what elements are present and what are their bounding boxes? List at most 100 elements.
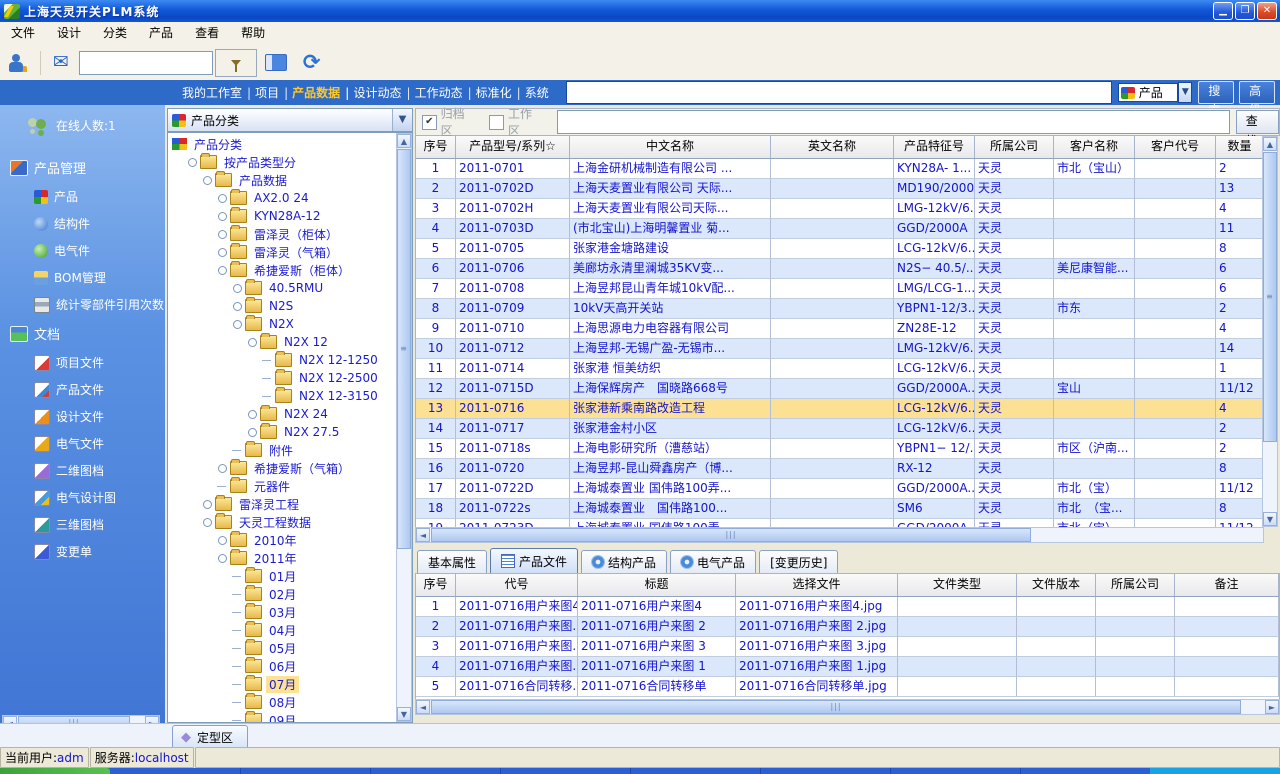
tree-node[interactable]: 40.5RMU xyxy=(168,279,396,297)
toolbar-search-input[interactable] xyxy=(79,51,213,75)
card-view-button[interactable] xyxy=(257,49,295,77)
detail-tab[interactable]: 结构产品 xyxy=(581,550,667,573)
menu-item[interactable]: 设计 xyxy=(46,22,92,45)
tree-node[interactable]: 元器件 xyxy=(168,477,396,495)
close-button[interactable]: ✕ xyxy=(1257,2,1277,20)
column-header[interactable]: 英文名称 xyxy=(771,136,894,158)
sidebar-item[interactable]: 产品 xyxy=(0,183,165,210)
nav-search-input[interactable] xyxy=(566,81,1112,104)
tree-expand-handle[interactable] xyxy=(232,445,243,456)
scroll-up-arrow[interactable]: ▲ xyxy=(1263,137,1277,151)
combo-dropdown-arrow[interactable]: ▼ xyxy=(1178,82,1192,103)
sidebar-item[interactable]: 项目文件 xyxy=(0,349,165,376)
detail-tab[interactable]: 电气产品 xyxy=(670,550,756,573)
sidebar-item[interactable]: BOM管理 xyxy=(0,264,165,291)
workspace-checkbox[interactable] xyxy=(489,115,504,130)
table-row[interactable]: 14 2011-0717 张家港金村小区 LCG-12kV/6... 天灵 2 xyxy=(416,419,1264,439)
column-header[interactable]: 文件类型 xyxy=(898,574,1017,596)
tree-expand-handle[interactable] xyxy=(247,427,258,438)
tree-node[interactable]: 05月 xyxy=(168,639,396,657)
tree-node[interactable]: 03月 xyxy=(168,603,396,621)
column-header[interactable]: 中文名称 xyxy=(570,136,771,158)
scroll-right-arrow[interactable]: ► xyxy=(1265,700,1279,714)
tree-expand-handle[interactable] xyxy=(217,265,228,276)
column-header[interactable]: 代号 xyxy=(456,574,578,596)
product-table-vscrollbar[interactable]: ▲ ≡ ▼ xyxy=(1262,136,1278,527)
table-row[interactable]: 4 2011-0703D (市北宝山)上海明馨置业 菊... GGD/2000A… xyxy=(416,219,1264,239)
tree-expand-handle[interactable] xyxy=(232,661,243,672)
tree-expand-handle[interactable] xyxy=(217,211,228,222)
file-table-hscrollbar[interactable]: ◄ ||| ► xyxy=(415,699,1280,715)
nav-item[interactable]: 标准化 xyxy=(474,84,523,101)
tree-node[interactable]: 09月 xyxy=(168,711,396,722)
scroll-left-arrow[interactable]: ◄ xyxy=(416,528,430,542)
menu-item[interactable]: 文件 xyxy=(0,22,46,45)
scroll-up-arrow[interactable]: ▲ xyxy=(397,134,411,148)
table-row[interactable]: 17 2011-0722D 上海城泰置业 国伟路100弄... GGD/2000… xyxy=(416,479,1264,499)
table-row[interactable]: 1 2011-0701 上海金研机械制造有限公司 ... KYN28A- 1..… xyxy=(416,159,1264,179)
tree-expand-handle[interactable] xyxy=(232,571,243,582)
nav-item[interactable]: 工作动态 xyxy=(413,84,474,101)
tree-node[interactable]: 04月 xyxy=(168,621,396,639)
minimize-button[interactable]: ▁ xyxy=(1213,2,1233,20)
column-header[interactable]: 数量 xyxy=(1216,136,1264,158)
refresh-button[interactable]: ⟳ xyxy=(295,49,329,77)
detail-tab[interactable]: [变更历史] xyxy=(759,550,838,573)
tree-node[interactable]: 产品分类 xyxy=(168,135,396,153)
column-header[interactable]: 客户名称 xyxy=(1054,136,1135,158)
sidebar-item[interactable]: 统计零部件引用次数 xyxy=(0,291,165,318)
tree-node[interactable]: 天灵工程数据 xyxy=(168,513,396,531)
tree-node[interactable]: N2X xyxy=(168,315,396,333)
tree-node[interactable]: 07月 xyxy=(168,675,396,693)
scroll-thumb[interactable]: ≡ xyxy=(397,149,411,549)
sidebar-item[interactable]: 三维图档 xyxy=(0,511,165,538)
tree-node[interactable]: 雷泽灵（柜体） xyxy=(168,225,396,243)
tree-expand-handle[interactable] xyxy=(202,517,213,528)
tree-expand-handle[interactable] xyxy=(232,319,243,330)
tree-expand-handle[interactable] xyxy=(232,283,243,294)
product-table-hscrollbar[interactable]: ◄ ||| xyxy=(415,527,1264,543)
tree-node[interactable]: N2X 12-2500 xyxy=(168,369,396,387)
file-row[interactable]: 5 2011-0716合同转移... 2011-0716合同转移单 2011-0… xyxy=(416,677,1279,697)
tab-dingxing-area[interactable]: ◆ 定型区 xyxy=(172,725,248,748)
table-row[interactable]: 8 2011-0709 10kV天高开关站 YBPN1-12/3... 天灵 市… xyxy=(416,299,1264,319)
sidebar-item[interactable]: 产品文件 xyxy=(0,376,165,403)
sidebar-item[interactable]: 电气文件 xyxy=(0,430,165,457)
table-row[interactable]: 5 2011-0705 张家港金塘路建设 LCG-12kV/6... 天灵 8 xyxy=(416,239,1264,259)
start-button[interactable] xyxy=(0,768,110,774)
tree-node[interactable]: 按产品类型分 xyxy=(168,153,396,171)
filter-button[interactable] xyxy=(215,49,257,77)
find-button[interactable]: 查找 xyxy=(1236,110,1279,134)
column-header[interactable]: 序号 xyxy=(416,574,456,596)
file-row[interactable]: 4 2011-0716用户来图... 2011-0716用户来图 1 2011-… xyxy=(416,657,1279,677)
menu-item[interactable]: 分类 xyxy=(92,22,138,45)
column-header[interactable]: 标题 xyxy=(578,574,736,596)
tree-expand-handle[interactable] xyxy=(202,499,213,510)
tree-node[interactable]: KYN28A-12 xyxy=(168,207,396,225)
tree-expand-handle[interactable] xyxy=(262,391,273,402)
sidebar-item[interactable]: 设计文件 xyxy=(0,403,165,430)
tree-expand-handle[interactable] xyxy=(232,589,243,600)
table-filter-input[interactable] xyxy=(557,110,1230,134)
tree-expand-handle[interactable] xyxy=(217,481,228,492)
tree-node[interactable]: AX2.0 24 xyxy=(168,189,396,207)
tree-node[interactable]: 希捷爱斯（柜体） xyxy=(168,261,396,279)
table-row[interactable]: 2 2011-0702D 上海天麦置业有限公司 天际... MD190/2000… xyxy=(416,179,1264,199)
column-header[interactable]: 选择文件 xyxy=(736,574,898,596)
nav-item[interactable]: 设计动态 xyxy=(352,84,413,101)
column-header[interactable]: 备注 xyxy=(1175,574,1279,596)
sidebar-item[interactable]: 变更单 xyxy=(0,538,165,565)
tree-node[interactable]: 02月 xyxy=(168,585,396,603)
column-header[interactable]: 产品特征号 xyxy=(894,136,975,158)
tree-node[interactable]: 附件 xyxy=(168,441,396,459)
scroll-left-arrow[interactable]: ◄ xyxy=(416,700,430,714)
nav-item[interactable]: 我的工作室 xyxy=(180,84,253,101)
tree-node[interactable]: 08月 xyxy=(168,693,396,711)
sidebar-section-documents[interactable]: 文档 xyxy=(0,318,165,349)
restore-button[interactable]: ❐ xyxy=(1235,2,1255,20)
scroll-down-arrow[interactable]: ▼ xyxy=(397,707,411,721)
sidebar-item[interactable]: 二维图档 xyxy=(0,457,165,484)
tree-combo-arrow[interactable]: ▼ xyxy=(392,109,412,131)
tree-expand-handle[interactable] xyxy=(232,715,243,723)
table-row[interactable]: 18 2011-0722s 上海城泰置业 国伟路100... SM6 天灵 市北… xyxy=(416,499,1264,519)
